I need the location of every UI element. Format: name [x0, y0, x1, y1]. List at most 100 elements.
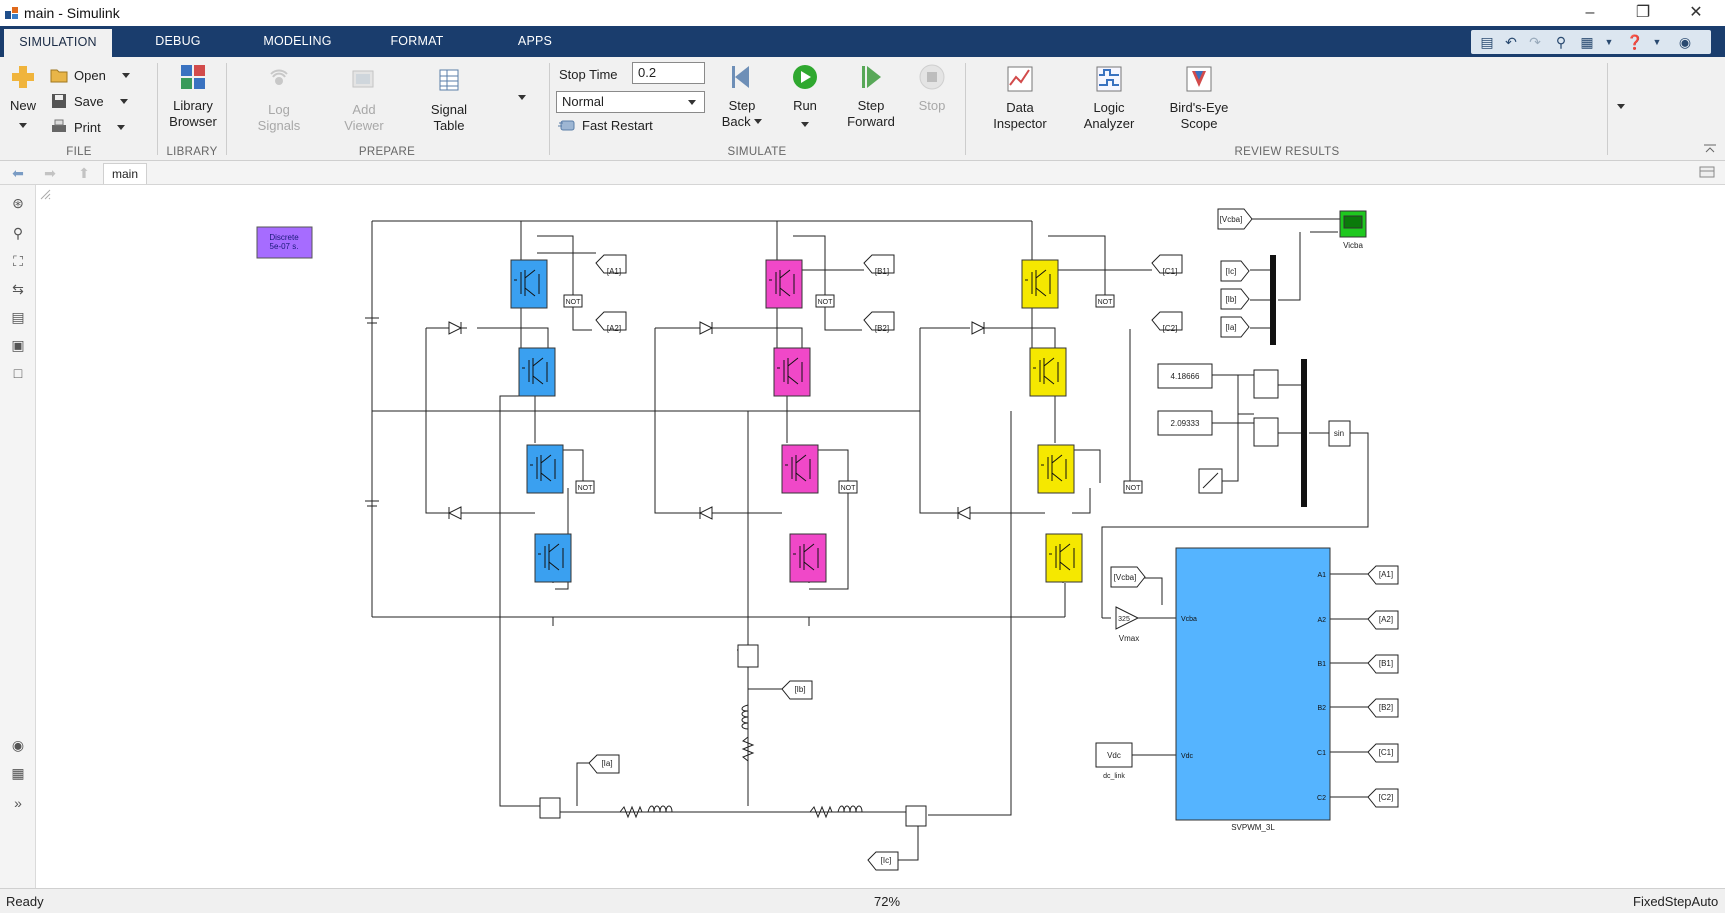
screenshot-icon[interactable]: ◉ — [8, 735, 28, 755]
review-expand-icon[interactable] — [1617, 100, 1625, 114]
library-browser-button[interactable]: Library Browser — [164, 63, 222, 130]
minimize-button[interactable]: – — [1565, 0, 1615, 26]
igbt-switch-block[interactable] — [1021, 259, 1059, 309]
simulation-mode-select[interactable]: Normal — [556, 91, 705, 113]
log-signals-label-1: Log — [268, 102, 290, 117]
search-icon[interactable]: ⚲ — [1551, 32, 1571, 52]
save-quick-icon[interactable]: ▤ — [1477, 32, 1497, 52]
annotation-icon[interactable]: ▤ — [8, 307, 28, 327]
stop-time-input[interactable]: 0.2 — [632, 62, 705, 84]
log-signals-button[interactable]: Log Signals — [248, 67, 310, 134]
birds-eye-scope-button[interactable]: Bird's-Eye Scope — [1163, 65, 1235, 132]
current-measurement-c[interactable] — [905, 805, 927, 827]
step-forward-button[interactable]: Step Forward — [843, 63, 899, 130]
fit-to-view-icon[interactable]: ⛶ — [8, 251, 28, 271]
property-inspector-icon[interactable]: ▦ — [8, 763, 28, 783]
up-arrow-icon[interactable]: ⬆ — [74, 164, 94, 182]
logic-analyzer-button[interactable]: Logic Analyzer — [1075, 65, 1143, 132]
step-back-button[interactable]: Step Back — [716, 63, 768, 130]
mux-block[interactable] — [1270, 255, 1276, 345]
new-model-icon — [12, 66, 34, 88]
tab-simulation[interactable]: SIMULATION — [4, 29, 112, 57]
new-button[interactable]: New — [6, 63, 40, 134]
current-measurement-a[interactable] — [539, 797, 561, 819]
fast-restart-toggle[interactable]: Fast Restart — [558, 116, 653, 136]
svpwm-input-vcba: Vcba — [1181, 616, 1197, 623]
forward-arrow-icon[interactable]: ➡ — [40, 164, 60, 182]
igbt-switch-block[interactable] — [781, 444, 819, 494]
logic-analyzer-label-1: Logic — [1093, 100, 1125, 115]
step-back-label-2-row: Back — [716, 114, 768, 130]
hide-show-icon[interactable]: ⊛ — [8, 193, 28, 213]
open-button[interactable]: Open — [50, 66, 130, 86]
tab-modeling[interactable]: MODELING — [255, 26, 340, 57]
add-viewer-button[interactable]: Add Viewer — [334, 67, 394, 134]
close-button[interactable]: ✕ — [1671, 0, 1721, 26]
model-canvas[interactable]: Discrete 5e-07 s. [A1] [A2] [B1] [B2] [C… — [37, 186, 1725, 888]
from-ic-label: [Ic] — [1226, 267, 1237, 276]
igbt-switch-block[interactable] — [773, 347, 811, 397]
mux-block[interactable] — [1301, 359, 1307, 507]
save-dropdown-icon[interactable] — [119, 94, 128, 109]
prepare-expand-icon[interactable] — [518, 91, 526, 105]
image-icon[interactable]: ▣ — [8, 335, 28, 355]
file-section-label: FILE — [66, 146, 92, 158]
igbt-switch-block[interactable] — [526, 444, 564, 494]
canvas-toolbar: ⊛ ⚲ ⛶ ⇆ ▤ ▣ □ ◉ ▦ » — [0, 185, 36, 888]
run-dropdown-icon[interactable] — [779, 117, 831, 133]
collapse-ribbon-icon[interactable] — [1703, 143, 1717, 155]
printer-icon — [52, 119, 66, 132]
undo-icon[interactable]: ↶ — [1501, 32, 1521, 52]
save-label: Save — [74, 94, 104, 109]
igbt-switch-block[interactable] — [534, 533, 572, 583]
expand-toolbar-icon[interactable]: » — [8, 793, 28, 813]
breadcrumb-model[interactable]: main — [103, 163, 148, 184]
tab-apps[interactable]: APPS — [505, 26, 565, 57]
igbt-switch-block[interactable] — [510, 259, 548, 309]
run-button[interactable]: Run — [779, 63, 831, 133]
data-inspector-button[interactable]: Data Inspector — [987, 65, 1053, 132]
current-measurement-b[interactable] — [737, 644, 759, 668]
svpwm-subsystem-block[interactable] — [1175, 547, 1331, 821]
add-viewer-label-2: Viewer — [344, 118, 384, 133]
prepare-section: Log Signals Add Viewer Signal Table PREP… — [228, 59, 546, 159]
signal-table-button[interactable]: Signal Table — [418, 67, 480, 134]
goto-ib-label: [Ib] — [794, 685, 805, 694]
save-button[interactable]: Save — [50, 92, 128, 112]
layout-icon[interactable]: ▦ — [1577, 32, 1597, 52]
sum-block[interactable] — [1253, 369, 1279, 399]
signal-arrow-icon[interactable]: ⇆ — [8, 279, 28, 299]
chevron-down-icon[interactable] — [754, 119, 763, 124]
igbt-switch-block[interactable] — [789, 533, 827, 583]
help-icon[interactable]: ❓ — [1625, 32, 1645, 52]
tab-debug[interactable]: DEBUG — [138, 26, 218, 57]
zoom-icon[interactable]: ⚲ — [8, 223, 28, 243]
sum-block[interactable] — [1253, 417, 1279, 447]
layout-dropdown-icon[interactable]: ▼ — [1599, 32, 1619, 52]
area-icon[interactable]: □ — [8, 363, 28, 383]
solver-info[interactable]: FixedStepAuto — [1633, 894, 1718, 909]
library-browser-label-2: Browser — [169, 114, 217, 129]
stop-button[interactable]: Stop — [910, 63, 954, 114]
igbt-switch-block[interactable] — [518, 347, 556, 397]
igbt-switch-block[interactable] — [1045, 533, 1083, 583]
redo-icon[interactable]: ↷ — [1525, 32, 1545, 52]
igbt-switch-block[interactable] — [1037, 444, 1075, 494]
help-dropdown-icon[interactable]: ▼ — [1647, 32, 1667, 52]
out-goto-c2: [C2] — [1379, 793, 1394, 802]
print-button[interactable]: Print — [50, 118, 125, 138]
model-browser-icon[interactable] — [1699, 166, 1715, 178]
igbt-switch-block[interactable] — [765, 259, 803, 309]
igbt-switch-block[interactable] — [1029, 347, 1067, 397]
step-forward-icon — [862, 66, 881, 88]
print-dropdown-icon[interactable] — [116, 120, 125, 135]
community-icon[interactable]: ◉ — [1675, 32, 1695, 52]
open-dropdown-icon[interactable] — [121, 68, 130, 83]
back-arrow-icon[interactable]: ⬅ — [8, 164, 28, 182]
goto-b2-label: [B2] — [875, 324, 889, 333]
new-dropdown-icon[interactable] — [6, 118, 40, 134]
resize-grip-icon[interactable] — [37, 186, 51, 200]
gain-name: Vmax — [1119, 634, 1139, 643]
restore-button[interactable]: ❐ — [1618, 0, 1668, 26]
tab-format[interactable]: FORMAT — [377, 26, 457, 57]
